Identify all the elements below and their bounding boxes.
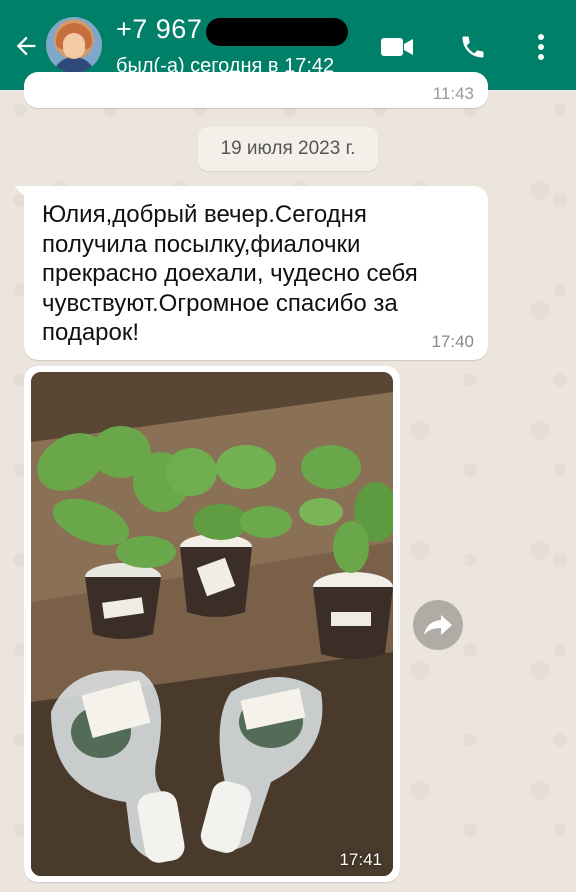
back-arrow-icon[interactable]: [8, 28, 44, 64]
more-vertical-icon[interactable]: [524, 30, 558, 64]
redacted-phone-number: [206, 18, 348, 46]
incoming-image-bubble[interactable]: 17:41: [24, 366, 400, 882]
violets-photo[interactable]: [31, 372, 393, 876]
contact-name[interactable]: +7 967: [116, 14, 202, 45]
avatar[interactable]: [46, 17, 102, 73]
video-call-icon[interactable]: [380, 30, 414, 64]
date-separator: 19 июля 2023 г.: [198, 127, 378, 171]
incoming-message-bubble[interactable]: Юлия,добрый вечер.Сегодня получила посыл…: [24, 186, 488, 360]
message-time: 17:41: [339, 850, 382, 869]
previous-message-bubble[interactable]: 11:43: [24, 72, 488, 108]
phone-icon[interactable]: [456, 30, 490, 64]
message-time: 11:43: [432, 84, 474, 103]
forward-icon[interactable]: [413, 600, 463, 650]
message-time: 17:40: [431, 332, 474, 351]
message-text: Юлия,добрый вечер.Сегодня получила посыл…: [42, 201, 418, 346]
